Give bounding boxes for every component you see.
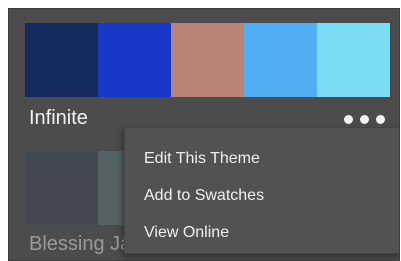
swatch-2 (98, 23, 171, 97)
menu-item-view-online[interactable]: View Online (125, 214, 399, 251)
theme-swatches-infinite[interactable] (25, 23, 390, 97)
theme-context-menu: Edit This Theme Add to Swatches View Onl… (124, 127, 399, 254)
swatch-1 (25, 23, 98, 97)
menu-item-add-to-swatches[interactable]: Add to Swatches (125, 177, 399, 214)
swatch-4 (244, 23, 317, 97)
ellipsis-icon (344, 115, 353, 124)
swatch-1 (25, 151, 98, 225)
swatch-5 (317, 23, 390, 97)
theme-name: Infinite (29, 107, 88, 129)
swatch-3 (171, 23, 244, 97)
ellipsis-icon (376, 115, 385, 124)
ellipsis-icon (360, 115, 369, 124)
theme-more-button[interactable] (344, 115, 385, 124)
themes-panel: Infinite Blessing Jakes Room Edit This T… (8, 8, 400, 261)
menu-item-edit-theme[interactable]: Edit This Theme (125, 140, 399, 177)
